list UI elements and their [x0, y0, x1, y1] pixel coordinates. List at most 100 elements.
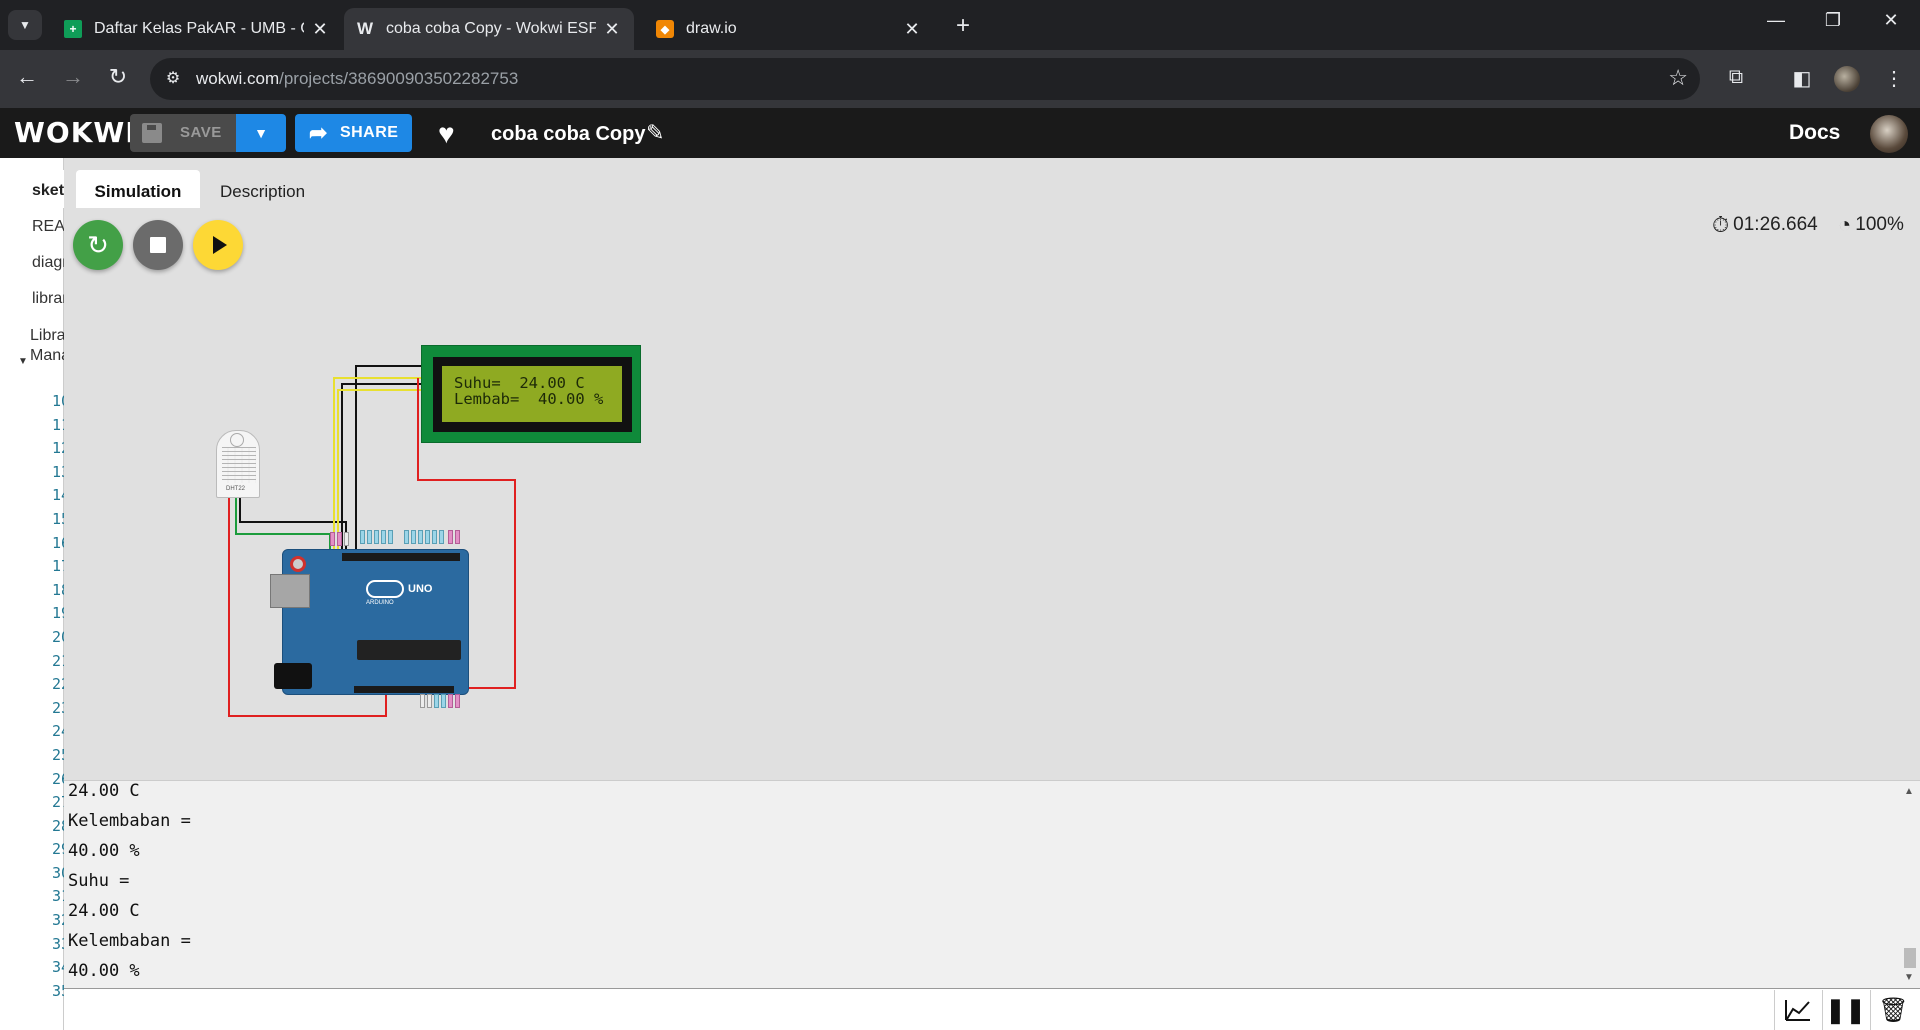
serial-line: 24.00 C [68, 901, 140, 921]
serial-line: 40.00 % [68, 961, 140, 981]
line-number: 22 [52, 675, 64, 694]
wokwi-icon: W [356, 19, 374, 38]
analog-header [354, 686, 454, 693]
pin-marker [344, 532, 349, 546]
line-number-gutter: 10 11 12 13 14 15 16 17 18 19 20 21 22 23 24 25 26 27 28 29… [40, 390, 64, 1003]
back-icon[interactable]: ← [12, 64, 42, 90]
line-number: 17 [52, 557, 64, 576]
trash-icon: 🗑 [1878, 996, 1909, 1024]
scroll-up-arrow-icon[interactable]: ▲ [1904, 786, 1914, 797]
file-item-readme[interactable]: README.md [32, 218, 64, 236]
dht22-label: DHT22 [226, 486, 246, 492]
omnibox[interactable]: ⚙ wokwi.com/projects/386900903502282753 … [150, 58, 1700, 100]
reload-icon[interactable]: ↻ [103, 64, 133, 90]
docs-link[interactable]: Docs [1789, 121, 1840, 145]
extensions-icon[interactable]: ⧉ [1722, 66, 1750, 89]
line-number: 23 [52, 698, 64, 717]
line-number: 28 [52, 816, 64, 835]
pin-marker [448, 694, 453, 708]
bookmark-star-icon[interactable]: ☆ [1668, 65, 1688, 91]
new-tab-button[interactable]: + [950, 12, 976, 40]
pin-marker [367, 530, 372, 544]
play-icon [213, 236, 227, 254]
tab-sheets[interactable]: + Daftar Kelas PakAR - UMB - Goo ✕ [52, 8, 342, 50]
arduino-label: ARDUINO [366, 600, 394, 606]
close-icon[interactable]: ✕ [902, 19, 922, 40]
chevron-down-icon: ▼ [19, 18, 31, 32]
digital-header [342, 553, 460, 561]
close-icon[interactable]: ✕ [310, 19, 330, 40]
tab-title: coba coba Copy - Wokwi ESP32 [386, 20, 596, 37]
line-number: 13 [52, 462, 64, 481]
avatar[interactable] [1870, 115, 1908, 153]
serial-line: 24.00 C [68, 781, 140, 801]
play-simulation-button[interactable] [193, 220, 243, 270]
serial-line: 40.00 % [68, 841, 140, 861]
plotter-button[interactable] [1774, 990, 1820, 1030]
save-label: SAVE [180, 124, 222, 141]
pin-marker [411, 530, 416, 544]
power-jack [274, 663, 312, 689]
line-number: 30 [52, 863, 64, 882]
stop-icon [150, 237, 166, 253]
wokwi-logo[interactable]: WOKWI [14, 116, 137, 149]
pencil-icon[interactable]: ✎ [646, 120, 664, 146]
pause-button[interactable]: ❚❚ [1822, 990, 1868, 1030]
pin-marker [420, 694, 425, 708]
clear-button[interactable]: 🗑 [1870, 990, 1916, 1030]
serial-input-field[interactable] [64, 988, 1920, 1030]
browser-profile-avatar[interactable] [1834, 66, 1860, 92]
minimize-icon[interactable]: — [1756, 10, 1796, 31]
scroll-down-arrow-icon[interactable]: ▼ [1904, 972, 1914, 983]
dht22-vent-grid [222, 447, 256, 483]
serial-monitor [64, 780, 1920, 988]
address-bar-row: ← → ↻ ⚙ wokwi.com/projects/3869009035022… [0, 50, 1920, 108]
side-panel-icon[interactable]: ◧ [1788, 66, 1816, 91]
tab-title: Daftar Kelas PakAR - UMB - Goo [94, 20, 304, 37]
tab-wokwi[interactable]: W coba coba Copy - Wokwi ESP32 ✕ [344, 8, 634, 50]
forward-icon[interactable]: → [58, 64, 88, 90]
line-number: 32 [52, 911, 64, 930]
share-button[interactable]: ➦ SHARE [295, 114, 412, 152]
line-number: 16 [52, 533, 64, 552]
close-icon[interactable]: ✕ [602, 19, 622, 40]
pin-marker [418, 530, 423, 544]
restore-icon[interactable]: ❐ [1813, 10, 1853, 31]
line-number: 25 [52, 745, 64, 764]
stop-simulation-button[interactable] [133, 220, 183, 270]
pin-marker [434, 694, 439, 708]
line-number: 10 [52, 392, 64, 410]
file-item-libraries[interactable]: libraries.txt [32, 290, 64, 308]
menu-dots-icon[interactable]: ⋮ [1880, 66, 1908, 91]
tab-description[interactable]: Description [220, 182, 305, 202]
arduino-reset-button[interactable] [290, 556, 306, 572]
heart-icon[interactable]: ♥ [438, 118, 455, 150]
tab-drawio[interactable]: ◆ draw.io ✕ [644, 8, 934, 50]
caret-down-icon[interactable]: ▼ [18, 356, 28, 367]
stopwatch-icon: ⏱ [1712, 212, 1730, 237]
tab-simulation[interactable]: Simulation [76, 170, 200, 208]
file-item-diagram[interactable]: diagram.json [32, 254, 64, 272]
tab-search-button[interactable]: ▼ [8, 10, 42, 40]
project-title[interactable]: coba coba Copy [491, 123, 645, 146]
google-sheets-icon: + [64, 20, 82, 38]
line-number: 31 [52, 887, 64, 906]
site-settings-icon[interactable]: ⚙ [162, 68, 184, 90]
pin-marker [455, 694, 460, 708]
window-close-icon[interactable]: ✕ [1871, 10, 1911, 31]
url-text[interactable]: wokwi.com/projects/386900903502282753 [196, 69, 518, 89]
save-dropdown-button[interactable]: ▼ [236, 114, 286, 152]
library-manager-tab[interactable]: Library Manager [30, 326, 64, 366]
browser-tab-bar: ▼ + Daftar Kelas PakAR - UMB - Goo ✕ W c… [0, 0, 1920, 50]
line-number: 27 [52, 793, 64, 812]
line-number: 26 [52, 769, 64, 788]
speed-value: 100% [1855, 214, 1904, 235]
line-number: 24 [52, 722, 64, 741]
pin-marker [388, 530, 393, 544]
uno-label: UNO [408, 583, 433, 595]
line-number: 35 [52, 981, 64, 1000]
pin-marker [427, 694, 432, 708]
lcd-screen: Suhu= 24.00 C Lembab= 40.00 % [442, 366, 622, 422]
restart-simulation-button[interactable]: ↻ [73, 220, 123, 270]
scrollbar-thumb[interactable] [1904, 948, 1916, 968]
